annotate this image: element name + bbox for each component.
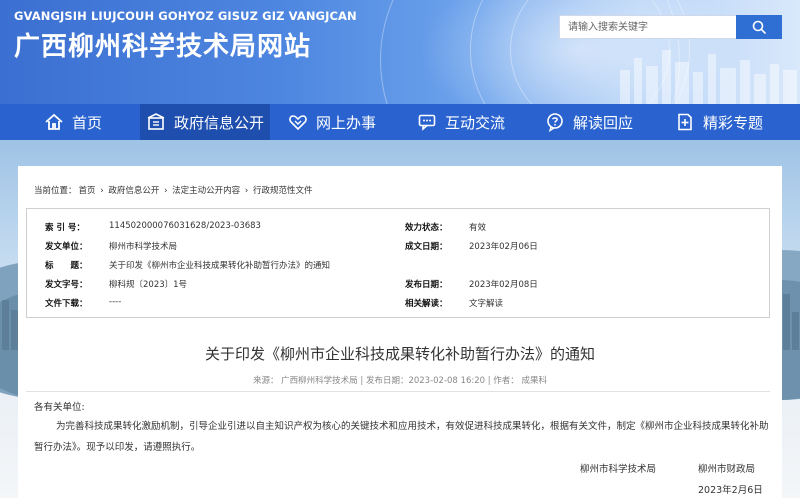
meta-published-label: 发布日期： <box>405 280 448 290</box>
breadcrumb-item-normative-docs[interactable]: 行政规范性文件 <box>253 186 313 196</box>
divider <box>26 391 770 392</box>
document-metadata-table: 索 引 号： 114502000076031628/2023-03683 效力状… <box>26 208 770 318</box>
nav-label: 首页 <box>72 113 103 132</box>
main-nav: 首页 政府信息公开 网上办事 互动交流 解读回应 精彩专题 <box>0 104 800 140</box>
search-input[interactable] <box>559 15 736 39</box>
nav-item-gov-info[interactable]: 政府信息公开 <box>140 104 270 140</box>
meta-title-value: 关于印发《柳州市企业科技成果转化补助暂行办法》的通知 <box>109 261 331 271</box>
breadcrumb: 当前位置： 首页 › 政府信息公开 › 法定主动公开内容 › 行政规范性文件 <box>34 184 315 196</box>
meta-created-label: 成文日期： <box>405 242 448 252</box>
breadcrumb-item-gov-info[interactable]: 政府信息公开 <box>108 186 159 196</box>
breadcrumb-separator: › <box>100 186 104 196</box>
document-signer-1: 柳州市科学技术局 <box>580 464 657 475</box>
nav-item-features[interactable]: 精彩专题 <box>675 104 775 140</box>
meta-title-label: 标 题： <box>45 261 88 271</box>
meta-row: 发文单位： 柳州市科学技术局 成文日期： 2023年02月06日 <box>27 240 771 259</box>
nav-item-interaction[interactable]: 互动交流 <box>417 104 517 140</box>
meta-row: 索 引 号： 114502000076031628/2023-03683 效力状… <box>27 221 771 240</box>
meta-row: 标 题： 关于印发《柳州市企业科技成果转化补助暂行办法》的通知 <box>27 259 771 278</box>
nav-label: 解读回应 <box>573 113 634 132</box>
document-title: 关于印发《柳州市企业科技成果转化补助暂行办法》的通知 <box>204 345 595 363</box>
header-city-skyline <box>620 50 797 104</box>
meta-download-value[interactable]: ---- <box>109 297 121 307</box>
nav-label: 互动交流 <box>445 113 506 132</box>
meta-interpretation-label: 相关解读： <box>405 299 448 309</box>
meta-issuer-value: 柳州市科学技术局 <box>109 242 178 252</box>
document-date: 2023年2月6日 <box>698 485 763 496</box>
meta-interpretation-link[interactable]: 文字解读 <box>469 297 503 309</box>
meta-docno-value: 柳科规〔2023〕1号 <box>109 280 188 290</box>
meta-download-label: 文件下载： <box>45 299 88 309</box>
nav-label: 网上办事 <box>316 113 377 132</box>
nav-item-interpretation[interactable]: 解读回应 <box>545 104 645 140</box>
breadcrumb-separator: › <box>164 186 168 196</box>
handshake-icon <box>288 112 308 132</box>
chat-icon <box>417 112 437 132</box>
breadcrumb-prefix: 当前位置： <box>34 186 77 196</box>
search-icon <box>752 20 766 34</box>
site-title[interactable]: 广西柳州科学技术局网站 <box>14 26 311 63</box>
meta-index-label: 索 引 号： <box>45 223 85 233</box>
document-signer-2: 柳州市财政局 <box>698 464 756 475</box>
breadcrumb-item-home[interactable]: 首页 <box>79 186 96 196</box>
meta-created-value: 2023年02月06日 <box>469 242 538 252</box>
nav-label: 政府信息公开 <box>174 113 265 132</box>
meta-docno-label: 发文字号： <box>45 280 88 290</box>
nav-label: 精彩专题 <box>703 113 764 132</box>
home-icon <box>44 112 64 132</box>
meta-status-value: 有效 <box>469 223 487 233</box>
qa-icon <box>545 112 565 132</box>
plus-doc-icon <box>675 112 695 132</box>
site-pinyin-title: GVANGJSIH LIUJCOUH GOHYOZ GISUZ GIZ VANG… <box>14 9 357 23</box>
site-header: GVANGJSIH LIUJCOUH GOHYOZ GISUZ GIZ VANG… <box>0 0 800 104</box>
search-button[interactable] <box>736 15 782 39</box>
building-icon <box>146 112 166 132</box>
nav-item-online-service[interactable]: 网上办事 <box>288 104 388 140</box>
meta-row: 发文字号： 柳科规〔2023〕1号 发布日期： 2023年02月08日 <box>27 278 771 297</box>
meta-row: 文件下载： ---- 相关解读： 文字解读 <box>27 297 771 316</box>
nav-item-home[interactable]: 首页 <box>44 104 136 140</box>
document-paragraph: 为完善科技成果转化激励机制，引导企业引进以自主知识产权为核心的关键技术和应用技术… <box>34 421 769 453</box>
meta-index-value: 114502000076031628/2023-03683 <box>109 221 261 231</box>
document-salutation: 各有关单位: <box>34 402 85 413</box>
breadcrumb-item-statutory[interactable]: 法定主动公开内容 <box>172 186 240 196</box>
search-box <box>559 15 782 39</box>
meta-published-value: 2023年02月08日 <box>469 280 538 290</box>
meta-issuer-label: 发文单位： <box>45 242 88 252</box>
meta-status-label: 效力状态： <box>405 223 448 233</box>
breadcrumb-separator: › <box>244 186 249 196</box>
document-source-line: 来源： 广西柳州科学技术局 | 发布日期：2023-02-08 16:20 | … <box>252 376 548 386</box>
